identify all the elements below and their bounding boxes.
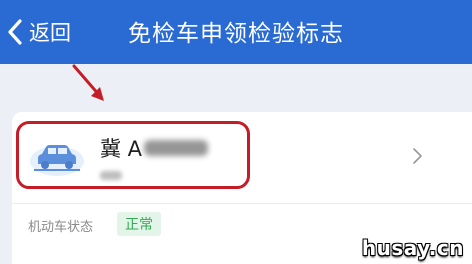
nav-bar: 返回 免检车申领检验标志 [0, 0, 472, 64]
vehicle-subtitle-redacted [100, 171, 122, 180]
plate-number-redacted [144, 140, 209, 156]
page-title: 免检车申领检验标志 [128, 21, 344, 47]
status-badge: 正常 [117, 212, 161, 236]
back-button[interactable]: 返回 [6, 16, 71, 48]
chevron-left-icon [8, 19, 22, 45]
plate-number: 冀 A [100, 134, 209, 162]
watermark: husay.cn [361, 236, 464, 260]
back-label: 返回 [29, 21, 71, 45]
status-label: 机动车状态 [28, 220, 94, 235]
plate-number-visible: 冀 A [100, 137, 143, 161]
car-icon [30, 145, 84, 176]
chevron-right-icon[interactable] [410, 146, 424, 166]
divider [12, 203, 472, 204]
annotation-arrow-icon [72, 64, 104, 101]
